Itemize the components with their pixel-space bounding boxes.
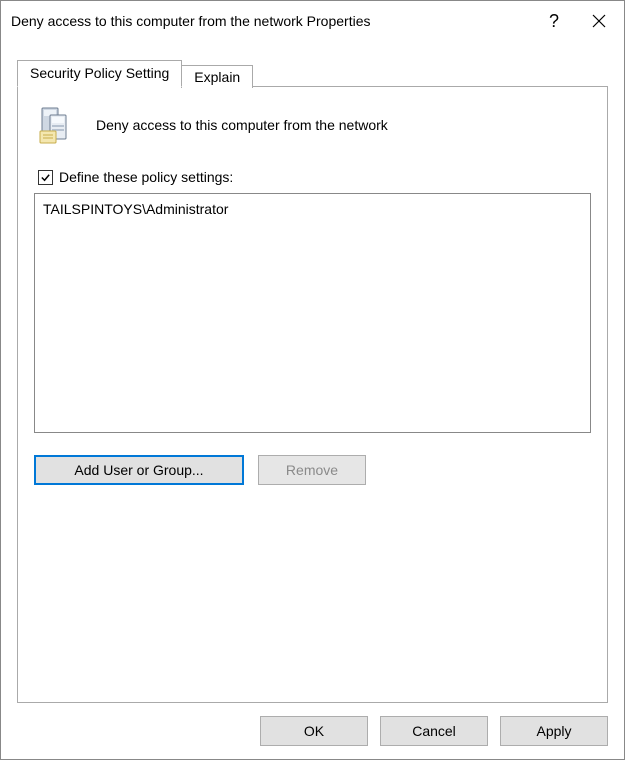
dialog-button-row: OK Cancel Apply (1, 703, 624, 759)
policy-title: Deny access to this computer from the ne… (96, 117, 388, 133)
help-button[interactable]: ? (534, 1, 574, 41)
add-user-or-group-button[interactable]: Add User or Group... (34, 455, 244, 485)
apply-button[interactable]: Apply (500, 716, 608, 746)
define-settings-row[interactable]: Define these policy settings: (34, 169, 591, 185)
tab-label: Security Policy Setting (30, 65, 169, 81)
panel-button-row: Add User or Group... Remove (34, 455, 591, 485)
policy-header: Deny access to this computer from the ne… (34, 105, 591, 145)
dialog-window: Deny access to this computer from the ne… (0, 0, 625, 760)
window-title: Deny access to this computer from the ne… (11, 13, 534, 29)
button-label: Remove (286, 462, 338, 478)
button-label: Cancel (412, 723, 456, 739)
policy-icon (38, 105, 78, 145)
content: Security Policy Setting Explain (1, 41, 624, 703)
ok-button[interactable]: OK (260, 716, 368, 746)
tab-panel-security: Deny access to this computer from the ne… (17, 86, 608, 703)
checkmark-icon (40, 172, 51, 183)
spacer (34, 485, 591, 686)
tab-strip: Security Policy Setting Explain (17, 59, 608, 86)
cancel-button[interactable]: Cancel (380, 716, 488, 746)
close-button[interactable] (574, 1, 624, 41)
users-listbox[interactable]: TAILSPINTOYS\Administrator (34, 193, 591, 433)
list-item-label: TAILSPINTOYS\Administrator (43, 201, 228, 217)
close-icon (592, 14, 606, 28)
tab-explain[interactable]: Explain (181, 65, 253, 88)
titlebar: Deny access to this computer from the ne… (1, 1, 624, 41)
define-settings-checkbox[interactable] (38, 170, 53, 185)
button-label: OK (304, 723, 324, 739)
remove-button: Remove (258, 455, 366, 485)
button-label: Apply (536, 723, 571, 739)
tab-label: Explain (194, 69, 240, 85)
define-settings-label: Define these policy settings: (59, 169, 233, 185)
list-item[interactable]: TAILSPINTOYS\Administrator (43, 200, 582, 218)
tab-security-policy-setting[interactable]: Security Policy Setting (17, 60, 182, 87)
button-label: Add User or Group... (74, 462, 203, 478)
